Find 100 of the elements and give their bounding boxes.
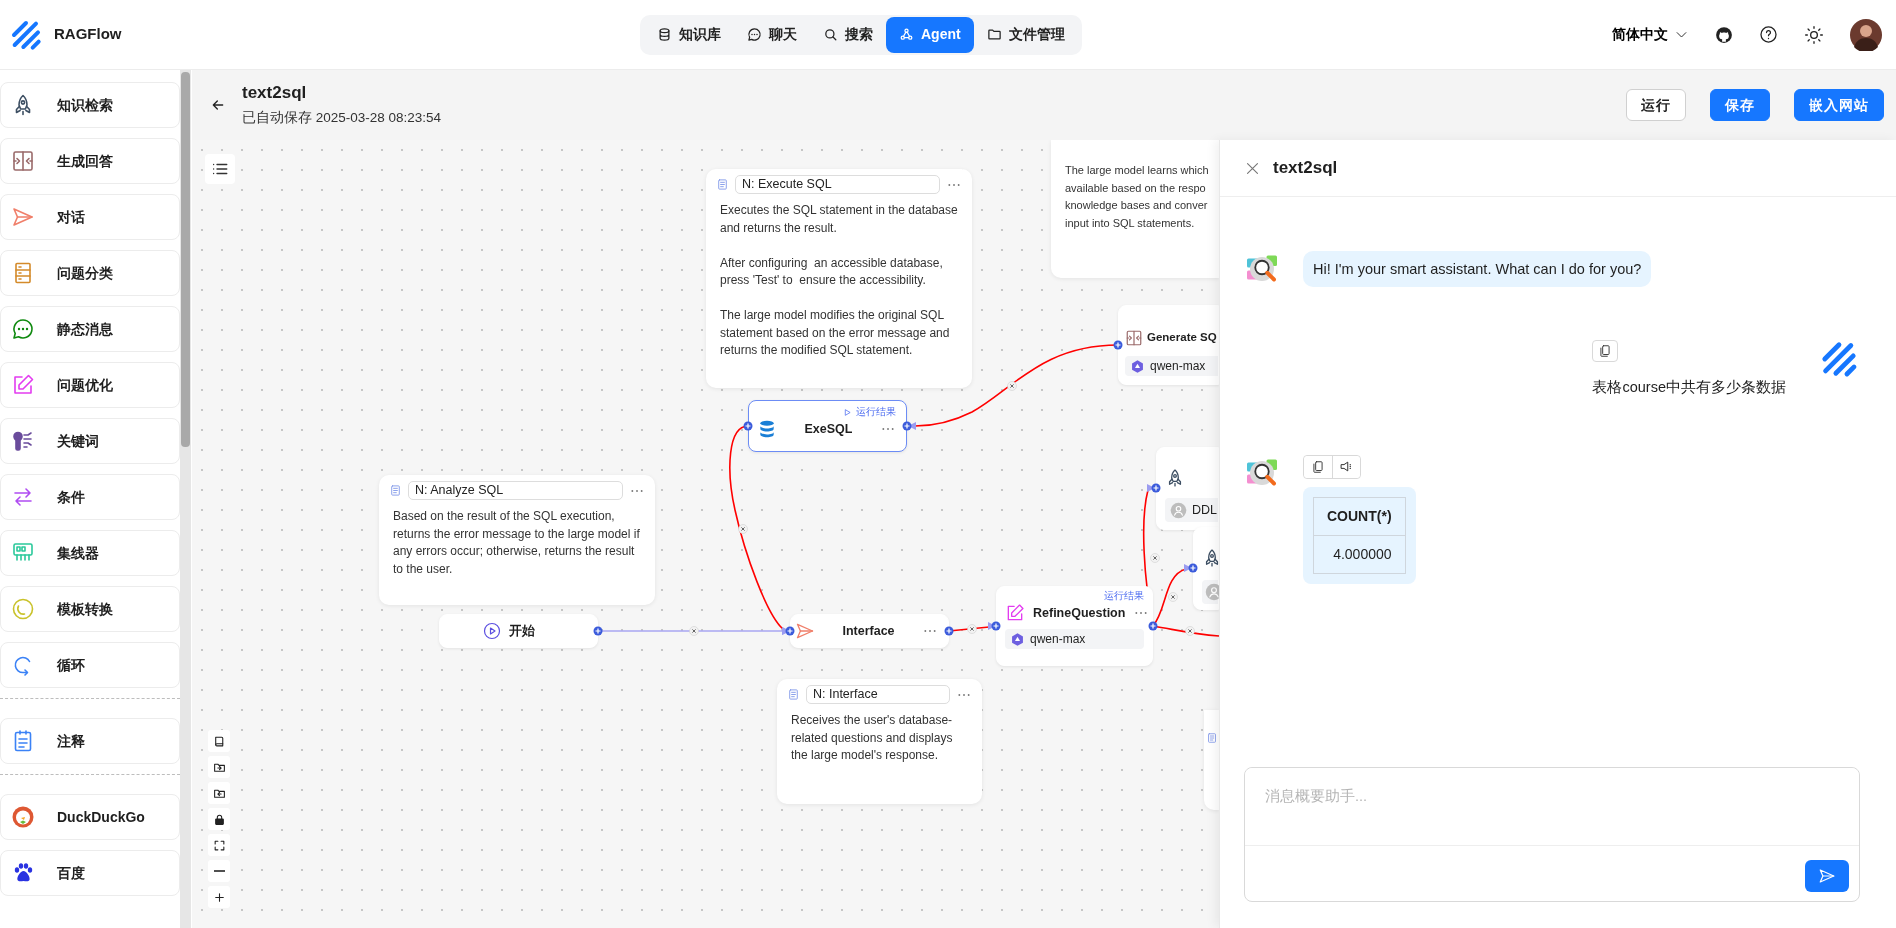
flow-node[interactable]: 运行结果 RefineQuestion qwen-max [996,586,1153,666]
operator-item[interactable]: 生成回答 [0,138,180,184]
action-button[interactable]: 嵌入网站 [1794,89,1884,121]
operator-item[interactable]: 循环 [0,642,180,688]
user-avatar [1820,340,1858,378]
note-text: Executes the SQL statement in the database and returns the result. After configuring an accessible database, press 'Test' to ensure the accessibility. The large model modifies the original SQL statement based on the error message and returns the modified SQL statement. [719,202,959,359]
chat-title: text2sql [1273,157,1338,180]
autosave-status: 已自动保存 2025-03-28 08:23:54 [242,108,442,127]
connection-handle[interactable] [743,421,753,431]
note-card[interactable]: The large model learns which available based on the respo knowledge bases and conver input into SQL statements. [1051,140,1219,278]
chat-bubble-icon [11,317,35,341]
nav-tab[interactable]: Agent [886,16,974,53]
operator-item[interactable]: 知识检索 [0,82,180,128]
connection-handle[interactable] [1113,340,1123,350]
run-result-link[interactable]: 运行结果 [757,405,896,420]
model-name: qwen-max [1150,358,1206,375]
copy-button[interactable] [1592,340,1619,362]
note-title-field[interactable]: N: Interface [806,685,950,704]
sun-icon[interactable] [1804,24,1824,45]
send-icon [11,205,35,229]
operator-item[interactable]: 集线器 [0,530,180,576]
canvas-control-button[interactable] [208,730,230,752]
model-name: qwen-max [1030,631,1086,649]
delete-edge-button[interactable] [689,626,699,636]
operator-item[interactable]: 静态消息 [0,306,180,352]
operator-item[interactable]: 问题分类 [0,250,180,296]
flow-node[interactable] [1193,527,1219,610]
logo-icon [10,18,42,51]
flow-node[interactable]: Generate SQ qwen-max [1118,305,1219,385]
help-icon[interactable] [1759,25,1778,44]
scrollbar-thumb[interactable] [181,72,190,447]
delete-edge-button[interactable] [1007,381,1017,391]
nav-tab[interactable]: 知识库 [644,16,734,53]
note-icon [716,178,729,191]
flow-node[interactable]: 运行结果 ExeSQL [748,400,907,452]
edit-icon [11,373,35,397]
connection-handle[interactable] [1151,483,1161,493]
canvas-control-button[interactable] [208,808,230,830]
outline-button[interactable] [205,154,235,184]
table-cell: 4.000000 [1313,535,1406,574]
model-icon [1010,631,1025,647]
connection-handle[interactable] [1188,563,1198,573]
folder-icon [986,27,1002,42]
note-title-field[interactable]: N: Execute SQL [735,175,940,194]
canvas-control-button[interactable] [208,886,230,908]
delete-edge-button[interactable] [738,524,748,534]
delete-edge-button[interactable] [1168,592,1178,602]
operator-item[interactable]: 百度 [0,850,180,896]
operator-item[interactable]: 问题优化 [0,362,180,408]
delete-edge-button[interactable] [1185,626,1195,636]
note-text: Receives the user's database-related questions and displays the large model's response. [790,712,954,764]
copy-icon [1598,344,1613,358]
connection-handle[interactable] [593,626,603,636]
message-bubble: Hi! I'm your smart assistant. What can I do for you? [1303,251,1652,287]
note-card[interactable] [706,169,972,388]
action-button[interactable]: 运行 [1626,89,1686,121]
nav-tab[interactable]: 聊天 [734,16,810,53]
avatar[interactable] [1850,18,1882,51]
delete-edge-button[interactable] [1150,553,1160,563]
search-icon [823,27,838,42]
operator-item[interactable]: 对话 [0,194,180,240]
nav-tab[interactable]: 文件管理 [973,16,1078,53]
canvas-control-button[interactable] [208,860,230,882]
connection-handle[interactable] [902,421,912,431]
node-label: Interface [841,622,896,640]
note-card[interactable]: N: Analyze SQL Based on the result of the SQL execution, returns the error message to the large model if any errors occur; otherwise, returns the result to the user. [379,475,655,605]
github-icon[interactable] [1715,25,1733,44]
delete-edge-button[interactable] [967,624,977,634]
read-aloud-button[interactable] [1332,455,1360,478]
canvas-control-button[interactable] [208,782,230,804]
operator-item[interactable]: DuckDuckGo [0,794,180,840]
connection-handle[interactable] [785,626,795,636]
node-label: ExeSQL [803,420,854,438]
node-label: 开始 [508,622,535,640]
flow-node[interactable]: Interface [790,614,949,648]
back-arrow-icon [210,97,226,113]
action-button[interactable]: 保存 [1710,89,1770,121]
connection-handle[interactable] [944,626,954,636]
canvas-control-button[interactable] [208,756,230,778]
back-button[interactable] [210,97,226,113]
operator-item[interactable]: 条件 [0,474,180,520]
key-icon [11,429,35,453]
operator-item[interactable]: 模板转换 [0,586,180,632]
nav-tab[interactable]: 搜索 [810,16,886,53]
note-title-field[interactable]: N: Analyze SQL [408,481,623,500]
message-text: 表格course中共有多少条数据 [1592,378,1786,397]
play-circle-icon [482,622,501,640]
lock-icon [212,812,226,826]
flow-node[interactable]: DDL [1156,447,1219,530]
connection-handle[interactable] [991,621,1001,631]
canvas-control-button[interactable] [208,834,230,856]
message-input[interactable]: 消息概要助手... [1244,767,1860,902]
operator-item[interactable]: 关键词 [0,418,180,464]
flow-node[interactable]: 开始 [439,614,598,648]
connection-handle[interactable] [1148,621,1158,631]
note-card[interactable]: N: Interface Receives the user's database-related questions and displays the large model's response. [777,679,982,804]
run-result-link[interactable]: 运行结果 [1005,589,1144,604]
language-selector[interactable]: 简体中文 [1612,24,1689,45]
send-button[interactable] [1805,860,1849,892]
operator-item[interactable]: 注释 [0,718,180,764]
